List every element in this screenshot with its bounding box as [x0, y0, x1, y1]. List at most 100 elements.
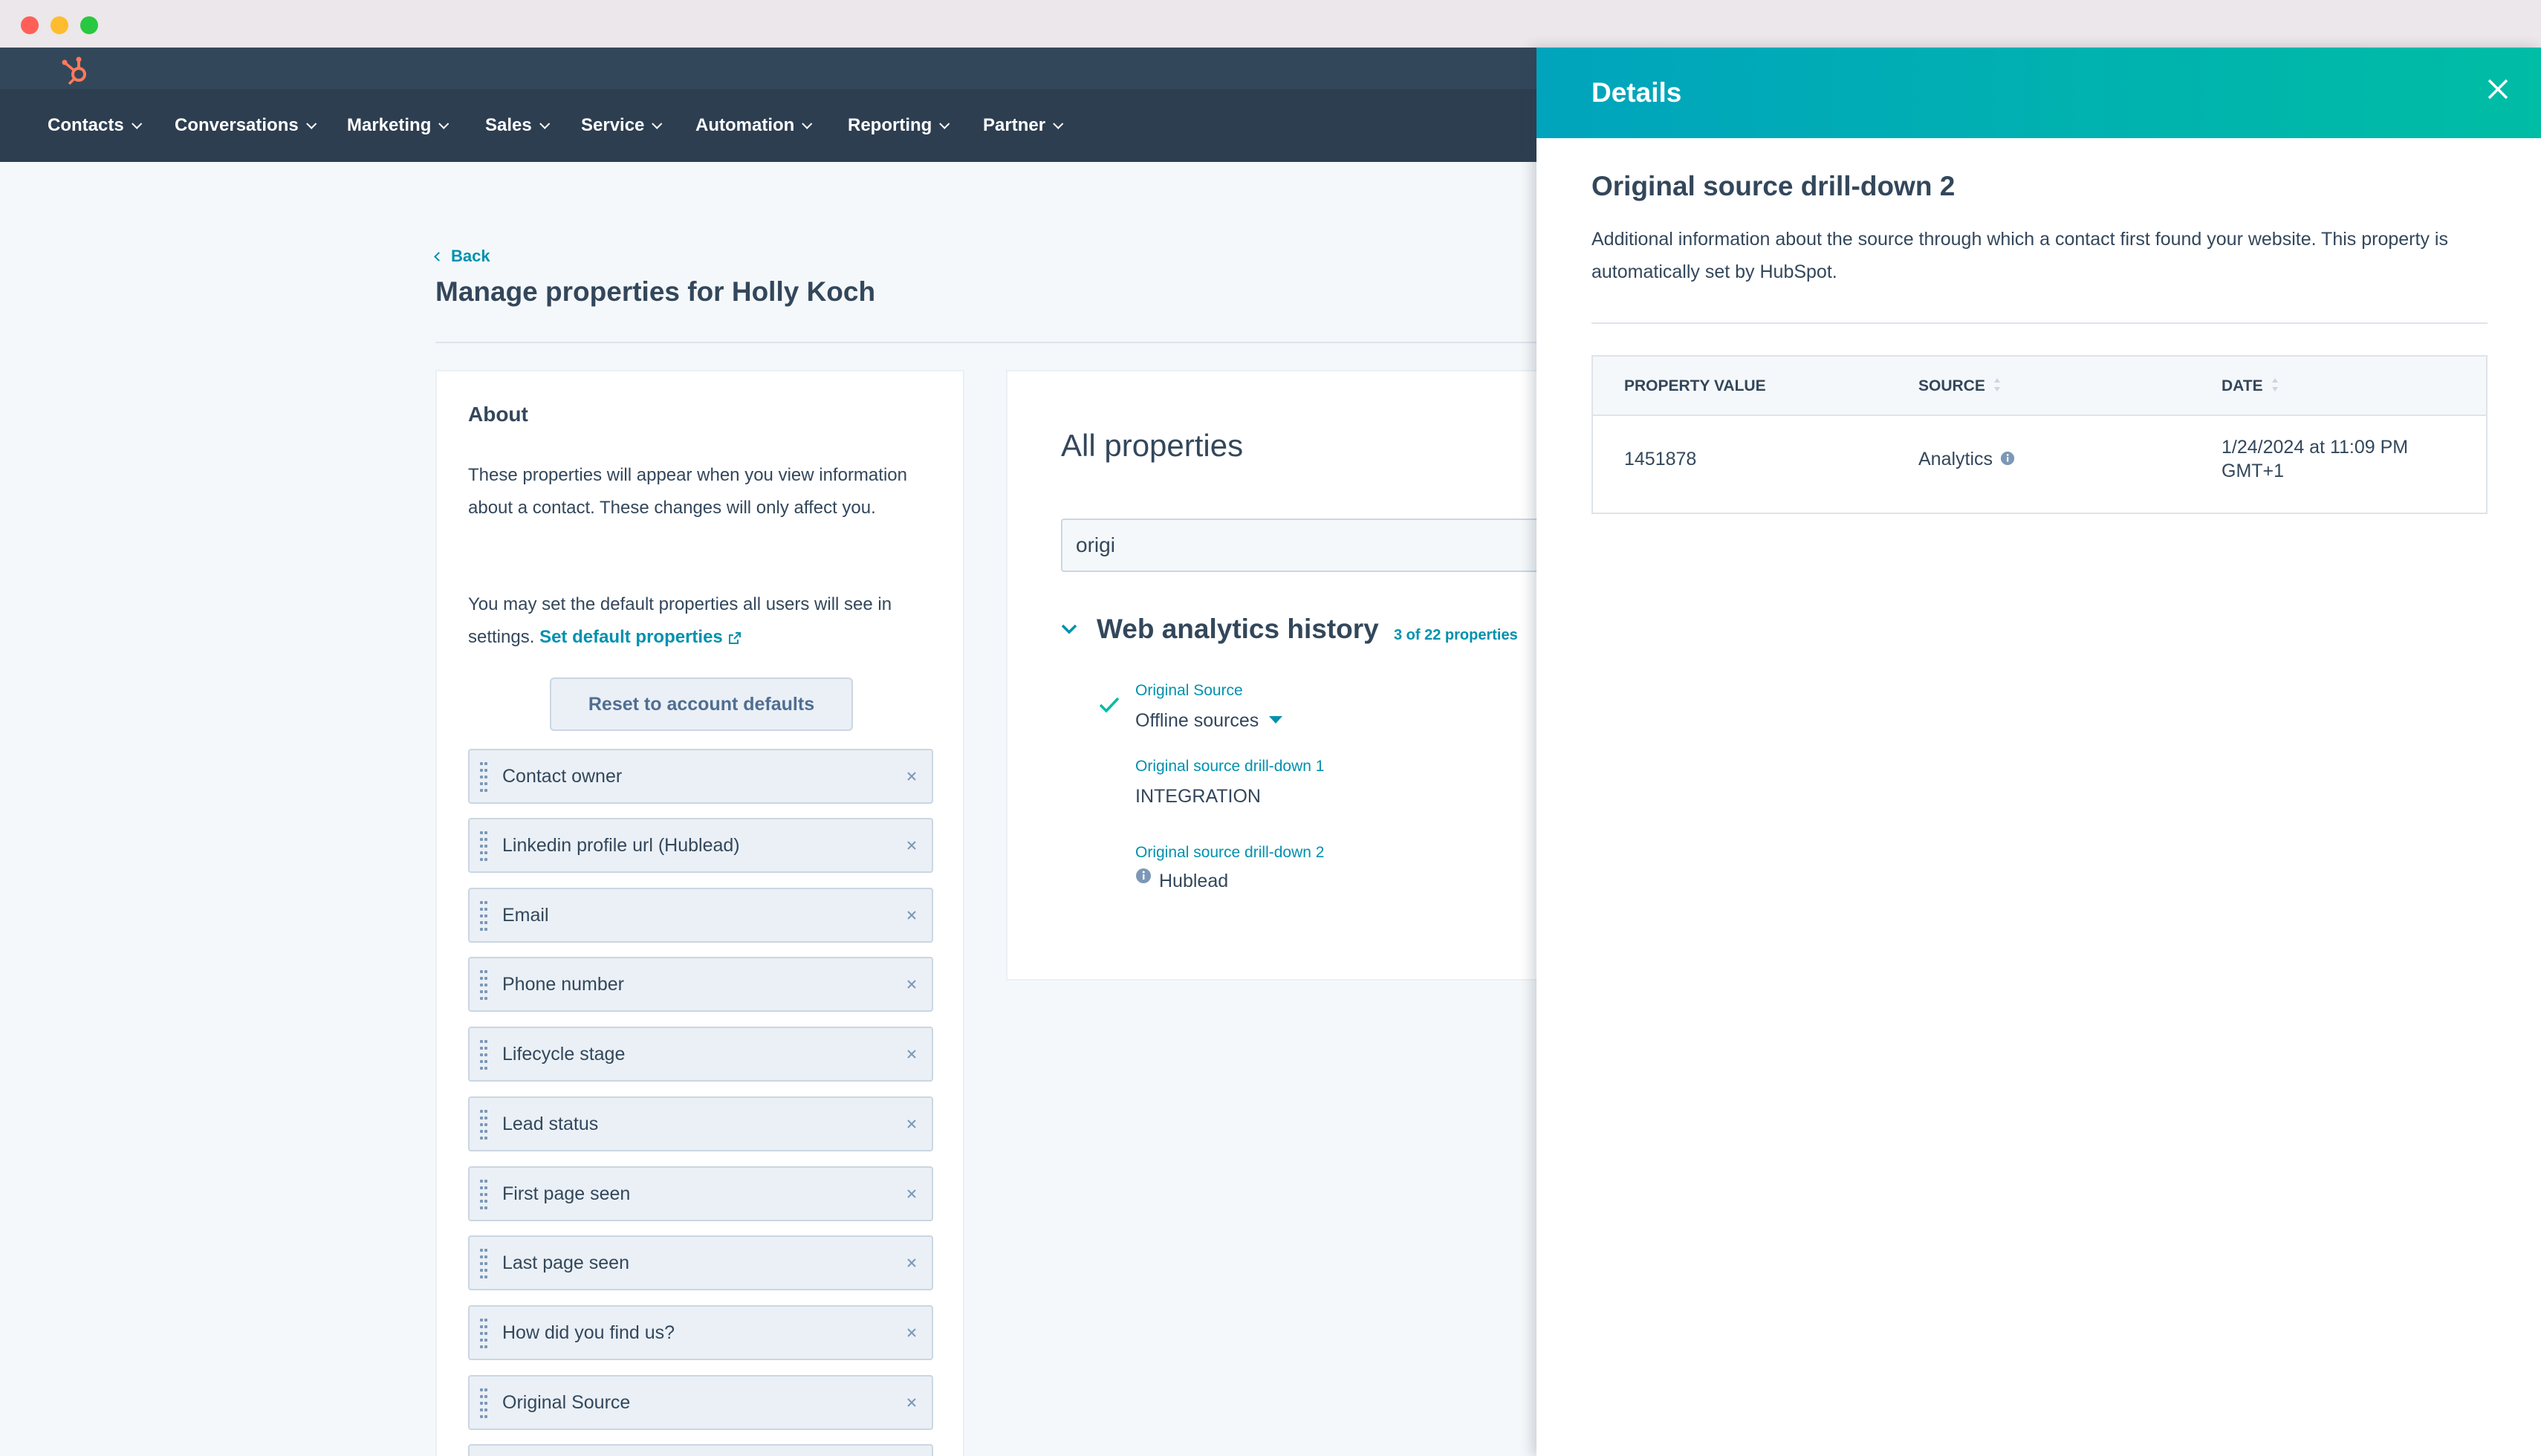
field-value-dropdown[interactable]: Offline sources: [1135, 710, 1283, 732]
property-label: Original Source: [502, 1392, 631, 1413]
window-minimize-button[interactable]: [51, 16, 68, 34]
remove-icon[interactable]: [905, 1047, 918, 1061]
property-item[interactable]: Phone number: [468, 957, 933, 1012]
nav-marketing[interactable]: Marketing: [347, 89, 450, 162]
property-item[interactable]: Email: [468, 888, 933, 943]
window-maximize-button[interactable]: [80, 16, 98, 34]
checkmark-icon[interactable]: [1098, 695, 1120, 715]
property-item[interactable]: Original Source: [468, 1375, 933, 1430]
property-item[interactable]: Contact owner: [468, 749, 933, 804]
property-label: Contact owner: [502, 766, 623, 787]
column-header-source[interactable]: SOURCE: [1918, 357, 2002, 416]
remove-icon[interactable]: [905, 1256, 918, 1270]
remove-icon[interactable]: [905, 978, 918, 991]
chevron-down-icon: [438, 118, 450, 129]
property-label: Lead status: [502, 1114, 599, 1134]
details-panel: Details Original source drill-down 2 Add…: [1536, 48, 2541, 1456]
chevron-left-icon: [434, 252, 444, 261]
nav-contacts[interactable]: Contacts: [48, 89, 143, 162]
about-description: These properties will appear when you vi…: [468, 465, 907, 518]
remove-icon[interactable]: [905, 909, 918, 922]
window-close-button[interactable]: [21, 16, 39, 34]
sort-icon: [1993, 378, 2000, 392]
about-card: About These properties will appear when …: [435, 370, 964, 1456]
property-heading: Original source drill-down 2: [1591, 171, 1956, 201]
drag-handle-icon[interactable]: [480, 1110, 489, 1140]
property-label: Phone number: [502, 974, 625, 995]
sort-icon: [2271, 378, 2278, 392]
property-label: Lifecycle stage: [502, 1044, 626, 1065]
remove-icon[interactable]: [905, 770, 918, 783]
external-link-icon: [728, 631, 741, 644]
about-title: About: [468, 403, 528, 426]
divider: [1591, 322, 2488, 324]
reset-to-defaults-button[interactable]: Reset to account defaults: [550, 677, 853, 731]
property-item[interactable]: Linkedin profile url (Hublead): [468, 818, 933, 873]
drag-handle-icon[interactable]: [480, 901, 489, 931]
property-item[interactable]: Last page seen: [468, 1235, 933, 1290]
nav-conversations[interactable]: Conversations: [175, 89, 317, 162]
hubspot-logo-icon[interactable]: [58, 52, 94, 88]
column-header-value: PROPERTY VALUE: [1624, 377, 1766, 394]
property-label: How did you find us?: [502, 1322, 675, 1343]
remove-icon[interactable]: [905, 1187, 918, 1200]
field-label: Original source drill-down 2: [1135, 844, 1325, 861]
field-value: Hublead: [1159, 871, 1229, 891]
close-icon[interactable]: [2483, 74, 2513, 104]
property-label: Linkedin profile url (Hublead): [502, 835, 740, 856]
chevron-down-icon: [939, 118, 950, 129]
chevron-down-icon: [305, 118, 317, 129]
chevron-down-icon: [131, 118, 143, 129]
history-table: PROPERTY VALUE SOURCE DATE 1451878 Analy…: [1591, 355, 2488, 514]
field-label: Original Source: [1135, 682, 1243, 699]
property-item[interactable]: Lead status: [468, 1096, 933, 1151]
search-input[interactable]: [1076, 520, 1596, 571]
remove-icon[interactable]: [905, 1396, 918, 1409]
chevron-down-icon[interactable]: [1058, 618, 1080, 640]
caret-down-icon: [1269, 716, 1283, 724]
drag-handle-icon[interactable]: [480, 970, 489, 1000]
property-description: Additional information about the source …: [1591, 229, 2448, 282]
remove-icon[interactable]: [905, 1117, 918, 1131]
property-item[interactable]: Lifecycle stage: [468, 1027, 933, 1082]
chevron-down-icon: [539, 118, 551, 129]
nav-automation[interactable]: Automation: [695, 89, 813, 162]
property-item[interactable]: How did you find us?: [468, 1305, 933, 1360]
details-panel-title: Details: [1591, 77, 1682, 108]
group-title[interactable]: Web analytics history: [1097, 614, 1379, 645]
property-label: First page seen: [502, 1183, 631, 1204]
nav-reporting[interactable]: Reporting: [848, 89, 950, 162]
nav-partner[interactable]: Partner: [983, 89, 1064, 162]
drag-handle-icon[interactable]: [480, 1040, 489, 1070]
nav-sales[interactable]: Sales: [485, 89, 551, 162]
chevron-down-icon: [802, 118, 813, 129]
drag-handle-icon[interactable]: [480, 831, 489, 861]
set-default-properties-link[interactable]: Set default properties: [539, 627, 742, 647]
property-label: Last page seen: [502, 1252, 629, 1273]
cell-date: 1/24/2024 at 11:09 PM GMT+1: [2222, 437, 2409, 481]
property-item[interactable]: First page seen: [468, 1166, 933, 1221]
about-default-note: You may set the default properties all u…: [468, 594, 892, 647]
chevron-down-icon: [1053, 118, 1064, 129]
column-header-date[interactable]: DATE: [2222, 357, 2279, 416]
remove-icon[interactable]: [905, 1326, 918, 1339]
cell-source: Analytics: [1918, 449, 2015, 470]
drag-handle-icon[interactable]: [480, 1319, 489, 1348]
window-titlebar: [0, 0, 2541, 48]
all-properties-title: All properties: [1061, 428, 1244, 463]
divider: [435, 342, 1550, 343]
info-icon[interactable]: [2000, 451, 2015, 466]
drag-handle-icon[interactable]: [480, 1249, 489, 1278]
remove-icon[interactable]: [905, 839, 918, 852]
drag-handle-icon[interactable]: [480, 762, 489, 792]
info-icon[interactable]: [1135, 868, 1152, 884]
drag-handle-icon[interactable]: [480, 1388, 489, 1418]
property-item[interactable]: [468, 1444, 933, 1456]
back-link[interactable]: Back: [434, 247, 490, 266]
chevron-down-icon: [652, 118, 663, 129]
property-label: Email: [502, 905, 549, 926]
drag-handle-icon[interactable]: [480, 1180, 489, 1209]
details-panel-header: Details: [1536, 48, 2541, 138]
field-value: INTEGRATION: [1135, 786, 1261, 807]
nav-service[interactable]: Service: [581, 89, 663, 162]
